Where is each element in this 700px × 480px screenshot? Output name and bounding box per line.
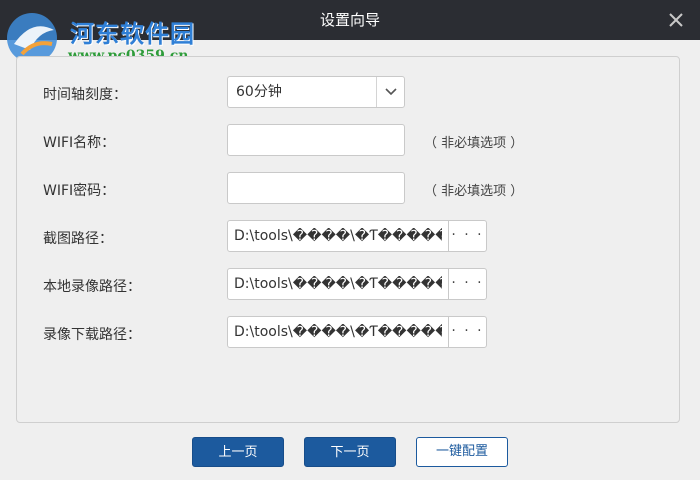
wifi-password-input[interactable] bbox=[227, 172, 405, 204]
prev-page-button[interactable]: 上一页 bbox=[192, 437, 284, 467]
wifi-password-hint: （ 非必填选项 ） bbox=[424, 184, 524, 199]
close-button[interactable] bbox=[666, 10, 686, 30]
record-download-path-label: 录像下载路径： bbox=[43, 327, 141, 343]
local-record-path-label: 本地录像路径： bbox=[43, 279, 141, 295]
screenshot-path-input[interactable] bbox=[227, 220, 449, 252]
wifi-name-hint: （ 非必填选项 ） bbox=[424, 136, 524, 151]
screenshot-path-label: 截图路径： bbox=[43, 231, 113, 247]
next-page-button[interactable]: 下一页 bbox=[304, 437, 396, 467]
chevron-down-icon bbox=[385, 88, 397, 96]
local-record-path-input[interactable] bbox=[227, 268, 449, 300]
timeline-scale-value: 60分钟 bbox=[236, 84, 282, 100]
screenshot-path-browse-button[interactable]: · · · bbox=[448, 220, 487, 252]
one-click-config-button[interactable]: 一键配置 bbox=[416, 437, 508, 467]
wifi-name-label: WIFI名称： bbox=[43, 135, 116, 151]
wifi-name-input[interactable] bbox=[227, 124, 405, 156]
watermark-site-name: 河东软件园 bbox=[70, 19, 195, 48]
close-icon[interactable] bbox=[666, 10, 686, 30]
select-dropdown-button[interactable] bbox=[376, 77, 404, 107]
record-download-path-browse-button[interactable]: · · · bbox=[448, 316, 487, 348]
record-download-path-input[interactable] bbox=[227, 316, 449, 348]
wifi-password-label: WIFI密码： bbox=[43, 183, 116, 199]
timeline-scale-label: 时间轴刻度： bbox=[43, 87, 127, 103]
timeline-scale-select[interactable]: 60分钟 bbox=[227, 76, 405, 108]
local-record-path-browse-button[interactable]: · · · bbox=[448, 268, 487, 300]
